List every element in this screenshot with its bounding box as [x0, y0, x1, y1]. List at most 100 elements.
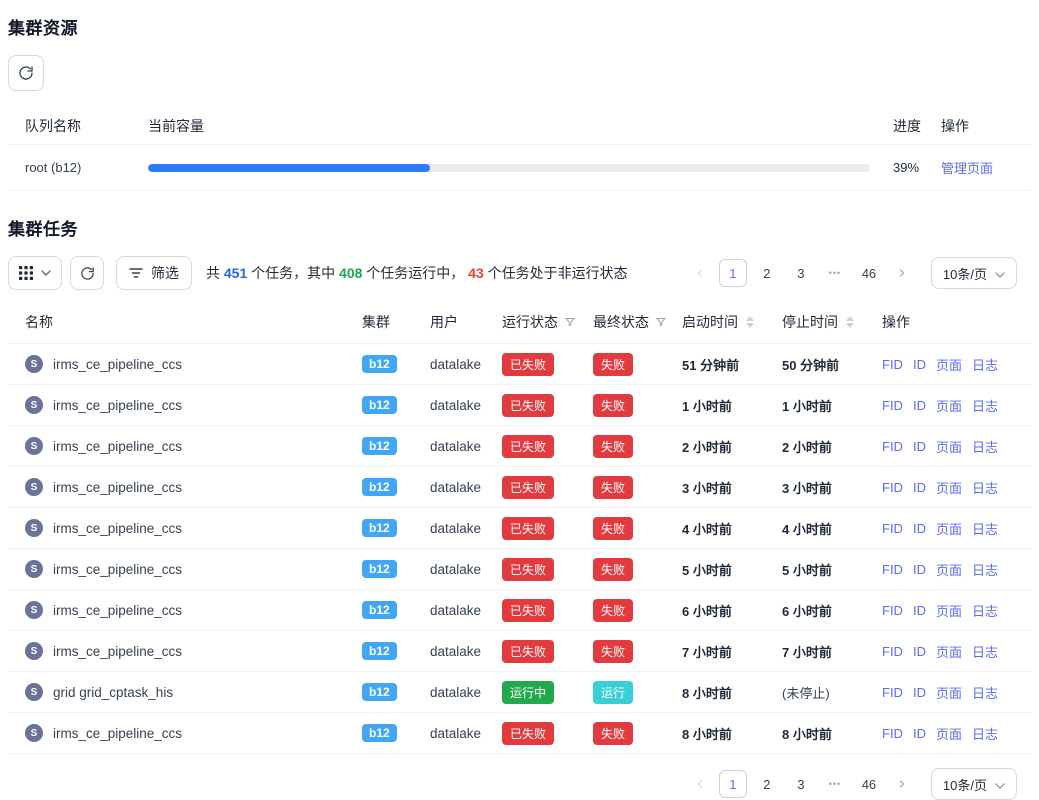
action-link-page[interactable]: 页面 [936, 724, 962, 743]
stop-time: 50 分钟前 [782, 355, 882, 374]
page-button-46[interactable]: 46 [855, 259, 883, 287]
action-link-fid[interactable]: FID [882, 521, 903, 536]
action-link-log[interactable]: 日志 [972, 355, 998, 374]
action-link-fid[interactable]: FID [882, 357, 903, 372]
running-count: 408 [339, 265, 362, 281]
next-page-icon[interactable] [889, 260, 915, 286]
start-time: 8 小时前 [682, 683, 782, 702]
page-button-1[interactable]: 1 [719, 770, 747, 798]
filter-lines-icon [129, 267, 143, 279]
action-link-log[interactable]: 日志 [972, 683, 998, 702]
prev-page-icon[interactable] [687, 260, 713, 286]
stop-time: 3 小时前 [782, 478, 882, 497]
pagination-bottom: 1 2 3 ••• 46 10条/页 [8, 768, 1031, 800]
stop-time-sort-icon[interactable] [846, 316, 854, 328]
action-link-id[interactable]: ID [913, 521, 926, 536]
action-link-id[interactable]: ID [913, 685, 926, 700]
table-row: S irms_ce_pipeline_ccs b12 datalake 已失败 … [8, 426, 1031, 467]
start-time: 8 小时前 [682, 724, 782, 743]
stop-time: 8 小时前 [782, 724, 882, 743]
page-ellipsis[interactable]: ••• [821, 770, 849, 798]
col-header-start-time: 启动时间 [682, 312, 738, 332]
user-name: datalake [430, 562, 502, 577]
action-link-fid[interactable]: FID [882, 644, 903, 659]
action-link-log[interactable]: 日志 [972, 560, 998, 579]
action-link-log[interactable]: 日志 [972, 724, 998, 743]
action-link-page[interactable]: 页面 [936, 396, 962, 415]
final-status-filter-icon[interactable] [655, 316, 667, 328]
page-ellipsis[interactable]: ••• [821, 259, 849, 287]
start-time: 4 小时前 [682, 519, 782, 538]
action-link-id[interactable]: ID [913, 439, 926, 454]
action-link-fid[interactable]: FID [882, 726, 903, 741]
action-link-page[interactable]: 页面 [936, 683, 962, 702]
col-header-queue-name: 队列名称 [25, 116, 148, 136]
action-link-id[interactable]: ID [913, 644, 926, 659]
start-time: 6 小时前 [682, 601, 782, 620]
stop-time: 4 小时前 [782, 519, 882, 538]
action-link-id[interactable]: ID [913, 480, 926, 495]
page-button-3[interactable]: 3 [787, 259, 815, 287]
action-link-id[interactable]: ID [913, 398, 926, 413]
task-summary: 共 451 个任务，其中 408 个任务运行中， 43 个任务处于非运行状态 [206, 263, 628, 283]
action-link-id[interactable]: ID [913, 603, 926, 618]
action-link-page[interactable]: 页面 [936, 437, 962, 456]
action-link-page[interactable]: 页面 [936, 478, 962, 497]
action-link-log[interactable]: 日志 [972, 519, 998, 538]
page-size-select[interactable]: 10条/页 [931, 257, 1017, 289]
column-settings-button[interactable] [8, 256, 62, 290]
row-actions: FID ID 页面日志 [882, 437, 1031, 456]
action-link-fid[interactable]: FID [882, 685, 903, 700]
prev-page-icon[interactable] [687, 771, 713, 797]
task-name: irms_ce_pipeline_ccs [53, 562, 182, 577]
action-link-page[interactable]: 页面 [936, 355, 962, 374]
user-name: datalake [430, 726, 502, 741]
action-link-id[interactable]: ID [913, 726, 926, 741]
user-name: datalake [430, 357, 502, 372]
tasks-table-body: S irms_ce_pipeline_ccs b12 datalake 已失败 … [8, 344, 1031, 754]
start-time-sort-icon[interactable] [746, 316, 754, 328]
action-link-log[interactable]: 日志 [972, 601, 998, 620]
avatar: S [25, 437, 43, 455]
action-link-fid[interactable]: FID [882, 562, 903, 577]
user-name: datalake [430, 685, 502, 700]
action-link-log[interactable]: 日志 [972, 437, 998, 456]
page-button-2[interactable]: 2 [753, 259, 781, 287]
page-size-select[interactable]: 10条/页 [931, 768, 1017, 800]
task-name: grid grid_cptask_his [53, 685, 173, 700]
table-row: S grid grid_cptask_his b12 datalake 运行中 … [8, 672, 1031, 713]
action-link-fid[interactable]: FID [882, 603, 903, 618]
row-actions: FID ID 页面日志 [882, 478, 1031, 497]
page-button-2[interactable]: 2 [753, 770, 781, 798]
refresh-resources-button[interactable] [8, 55, 44, 91]
stop-time: 5 小时前 [782, 560, 882, 579]
action-link-page[interactable]: 页面 [936, 601, 962, 620]
action-link-id[interactable]: ID [913, 357, 926, 372]
manage-page-link[interactable]: 管理页面 [941, 161, 993, 176]
action-link-id[interactable]: ID [913, 562, 926, 577]
next-page-icon[interactable] [889, 771, 915, 797]
run-status-badge: 已失败 [502, 517, 554, 540]
row-actions: FID ID 页面日志 [882, 519, 1031, 538]
action-link-log[interactable]: 日志 [972, 396, 998, 415]
page-size-value: 10条/页 [943, 775, 987, 794]
page-button-1[interactable]: 1 [719, 259, 747, 287]
refresh-tasks-button[interactable] [70, 256, 104, 290]
action-link-log[interactable]: 日志 [972, 478, 998, 497]
page-button-46[interactable]: 46 [855, 770, 883, 798]
section-title-tasks: 集群任务 [8, 215, 1031, 240]
action-link-page[interactable]: 页面 [936, 642, 962, 661]
action-link-page[interactable]: 页面 [936, 560, 962, 579]
start-time: 5 小时前 [682, 560, 782, 579]
action-link-fid[interactable]: FID [882, 439, 903, 454]
progress-percent: 39% [885, 160, 941, 175]
action-link-fid[interactable]: FID [882, 398, 903, 413]
filter-button[interactable]: 筛选 [116, 256, 192, 290]
page-button-3[interactable]: 3 [787, 770, 815, 798]
run-status-filter-icon[interactable] [564, 316, 576, 328]
action-link-log[interactable]: 日志 [972, 642, 998, 661]
pagination-top: 1 2 3 ••• 46 [687, 259, 915, 287]
table-row: S irms_ce_pipeline_ccs b12 datalake 已失败 … [8, 631, 1031, 672]
action-link-fid[interactable]: FID [882, 480, 903, 495]
action-link-page[interactable]: 页面 [936, 519, 962, 538]
